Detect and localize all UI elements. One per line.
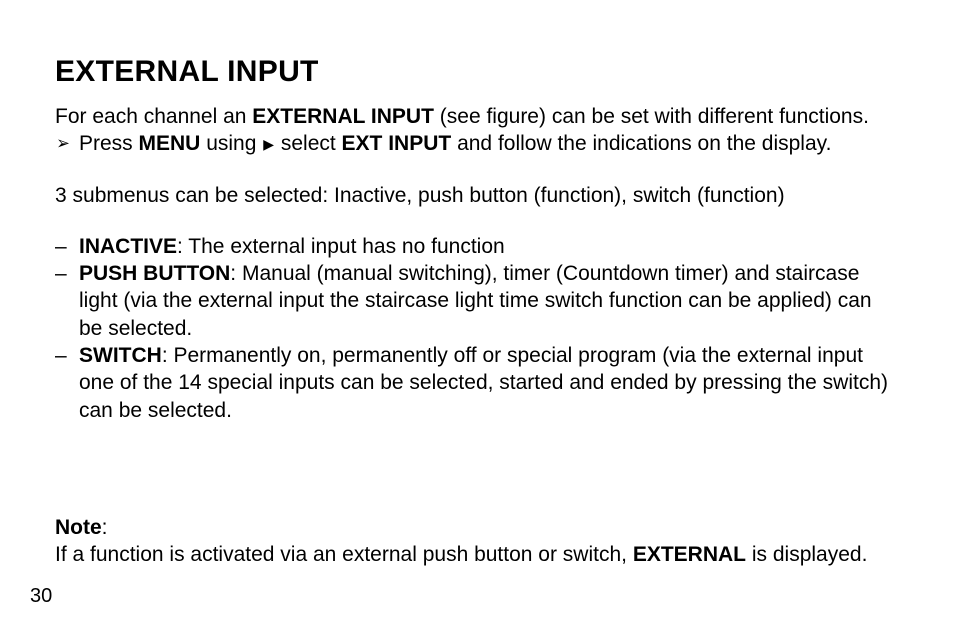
definition-list: – INACTIVE: The external input has no fu… <box>55 233 904 424</box>
note-text: If a function is activated via an extern… <box>55 541 904 568</box>
dash-icon: – <box>55 233 79 260</box>
note-label: Note <box>55 516 102 539</box>
triangle-right-icon: ▶ <box>262 135 275 153</box>
document-page: EXTERNAL INPUT For each channel an EXTER… <box>0 0 954 643</box>
instr-mid2: select <box>275 132 342 155</box>
list-item: – SWITCH: Permanently on, permanently of… <box>55 342 904 424</box>
note-colon: : <box>102 516 108 539</box>
chevron-right-icon: ➢ <box>56 130 78 157</box>
item2-term: PUSH BUTTON <box>79 262 230 285</box>
dash-icon: – <box>55 342 79 424</box>
instr-menu: MENU <box>139 132 201 155</box>
item1-term: INACTIVE <box>79 235 177 258</box>
item3-desc: : Permanently on, permanently off or spe… <box>79 344 888 422</box>
instruction-text: Press MENU using ▶ select EXT INPUT and … <box>79 130 831 157</box>
page-title: EXTERNAL INPUT <box>55 55 904 89</box>
intro-bold: EXTERNAL INPUT <box>252 105 434 128</box>
note-post: is displayed. <box>746 543 867 566</box>
instr-post: and follow the indications on the displa… <box>451 132 831 155</box>
instr-pre: Press <box>79 132 139 155</box>
intro-paragraph: For each channel an EXTERNAL INPUT (see … <box>55 103 904 130</box>
item3-term: SWITCH <box>79 344 162 367</box>
list-item: – INACTIVE: The external input has no fu… <box>55 233 904 260</box>
dash-icon: – <box>55 260 79 342</box>
intro-pre: For each channel an <box>55 105 252 128</box>
instr-ext: EXT INPUT <box>342 132 452 155</box>
note-block: Note: If a function is activated via an … <box>55 514 904 569</box>
instr-mid1: using <box>200 132 262 155</box>
list-item: – PUSH BUTTON: Manual (manual switching)… <box>55 260 904 342</box>
note-bold: EXTERNAL <box>633 543 746 566</box>
item1-desc: : The external input has no function <box>177 235 505 258</box>
page-number: 30 <box>30 585 52 608</box>
submenus-text: 3 submenus can be selected: Inactive, pu… <box>55 182 904 209</box>
body-text: For each channel an EXTERNAL INPUT (see … <box>55 103 904 569</box>
intro-post: (see figure) can be set with different f… <box>434 105 869 128</box>
instruction-row: ➢ Press MENU using ▶ select EXT INPUT an… <box>55 130 904 157</box>
note-pre: If a function is activated via an extern… <box>55 543 633 566</box>
